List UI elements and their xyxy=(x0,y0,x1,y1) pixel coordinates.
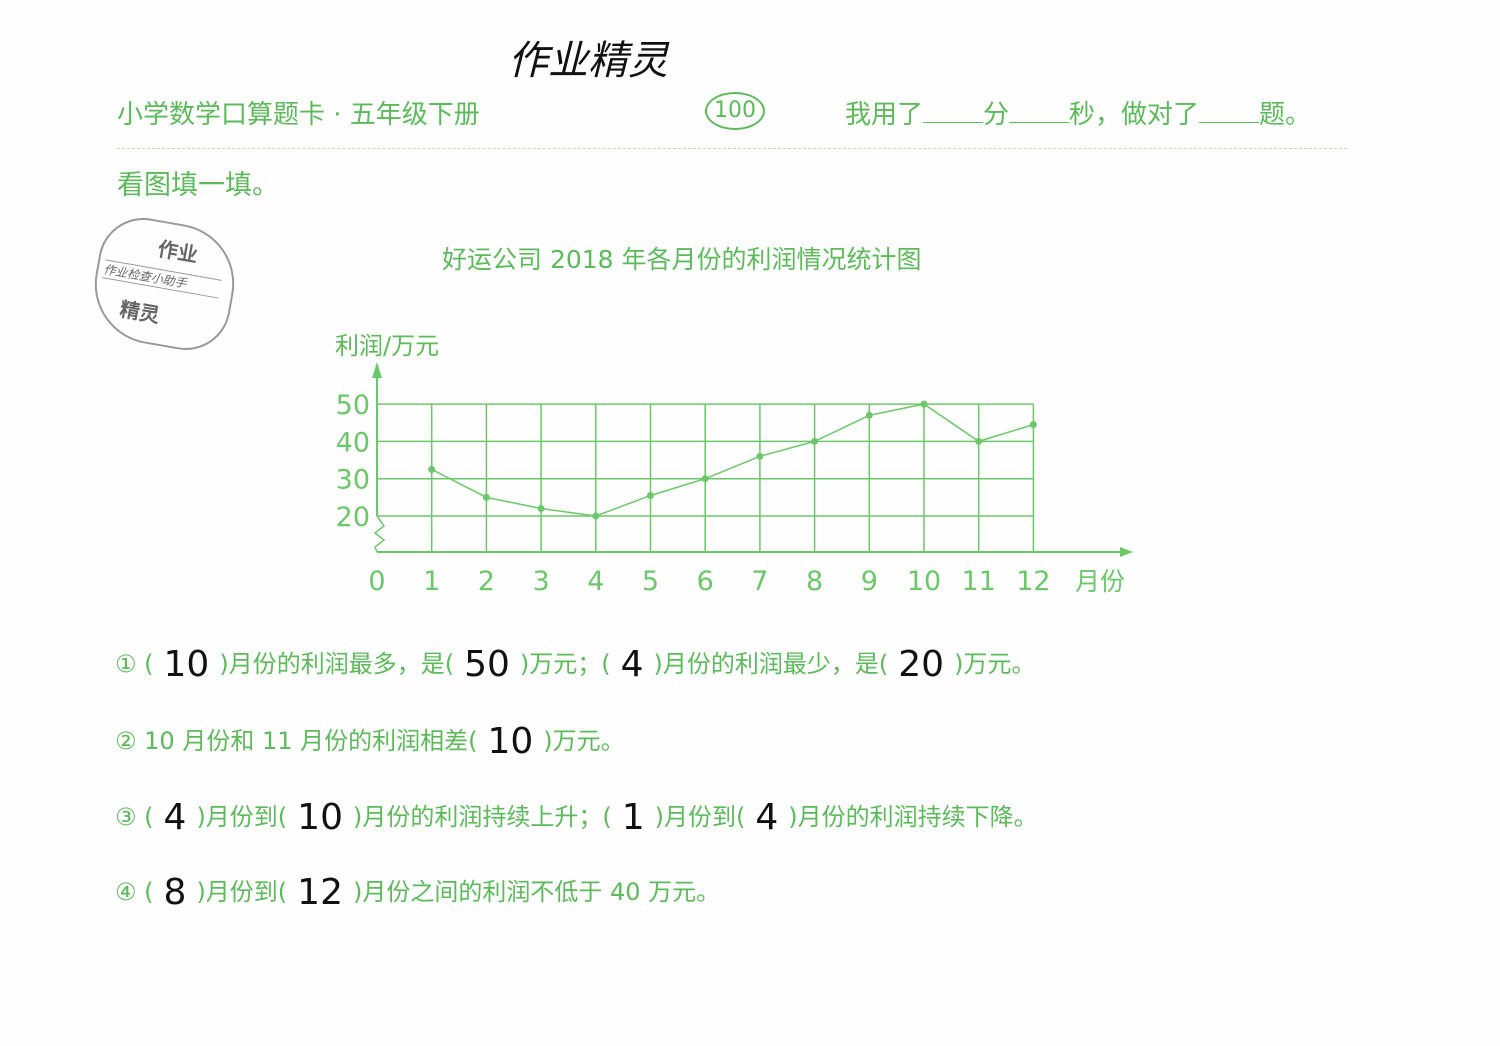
x-tick-label: 7 xyxy=(751,566,768,597)
x-tick-label: 2 xyxy=(478,566,495,597)
handwritten-answer[interactable]: 1 xyxy=(622,797,645,838)
x-tick-label: 1 xyxy=(423,566,440,597)
question-text: 10 月份和 11 月份的利润相差( xyxy=(144,727,478,755)
x-tick-label: 12 xyxy=(1016,566,1050,597)
question-text: )月份之间的利润不低于 40 万元。 xyxy=(352,878,721,906)
handwritten-answer[interactable]: 10 xyxy=(297,797,343,838)
x-tick-label: 10 xyxy=(907,566,941,597)
y-tick-label: 20 xyxy=(336,502,370,533)
question-number: ③ xyxy=(115,803,145,831)
question-1: ① (10 )月份的利润最多，是( 50 )万元；( 4 )月份的利润最少，是( 20 )万元… xyxy=(115,640,1036,685)
handwritten-answer[interactable]: 4 xyxy=(164,797,187,838)
x-tick-label: 4 xyxy=(587,566,604,597)
question-text: )月份到( xyxy=(196,803,288,831)
axis-break xyxy=(373,515,386,553)
question-number: ① xyxy=(115,650,145,678)
y-tick-label: 30 xyxy=(336,465,370,496)
handwritten-answer[interactable]: 12 xyxy=(297,872,343,913)
question-text: ( xyxy=(144,650,154,678)
x-tick-label: 9 xyxy=(861,566,878,597)
question-text: )月份的利润最少，是( xyxy=(653,650,889,678)
data-point xyxy=(537,505,545,513)
handwritten-answer[interactable]: 20 xyxy=(898,644,944,685)
data-line xyxy=(431,403,1034,517)
question-text: ( xyxy=(144,803,154,831)
x-axis-label: 月份 xyxy=(1075,567,1125,596)
question-2: ② 10 月份和 11 月份的利润相差( 10 )万元。 xyxy=(115,717,625,762)
x-tick-label: 6 xyxy=(697,566,714,597)
x-tick-label: 0 xyxy=(368,566,385,597)
y-tick-label: 50 xyxy=(336,390,370,421)
question-text: )月份的利润持续下降。 xyxy=(788,803,1038,831)
question-text: )万元。 xyxy=(543,727,625,755)
question-number: ② xyxy=(115,727,145,755)
question-text: )月份的利润最多，是( xyxy=(219,650,455,678)
question-number: ④ xyxy=(115,878,145,906)
data-point xyxy=(647,491,654,499)
handwritten-answer[interactable]: 50 xyxy=(464,644,510,685)
question-3: ③ (4 )月份到( 10 )月份的利润持续上升；( 1 )月份到( 4 )月份的利润持续下降… xyxy=(115,793,1038,838)
data-point xyxy=(865,411,873,419)
question-text: )月份到( xyxy=(654,803,746,831)
x-axis-arrow xyxy=(1120,547,1133,557)
y-axis-arrow xyxy=(372,362,382,378)
handwritten-answer[interactable]: 8 xyxy=(164,872,187,913)
question-text: ( xyxy=(144,878,154,906)
data-point xyxy=(428,465,436,473)
question-text: )万元。 xyxy=(954,650,1036,678)
data-point xyxy=(975,437,983,445)
data-point xyxy=(482,493,490,501)
handwritten-answer[interactable]: 10 xyxy=(164,644,210,685)
x-tick-label: 5 xyxy=(642,566,659,597)
data-point xyxy=(811,437,819,445)
x-tick-label: 8 xyxy=(806,566,823,597)
data-point xyxy=(920,400,928,408)
y-tick-label: 40 xyxy=(336,427,370,458)
handwritten-answer[interactable]: 4 xyxy=(621,644,644,685)
question-text: )万元；( xyxy=(519,650,611,678)
data-point xyxy=(1029,421,1037,429)
question-text: )月份到( xyxy=(196,878,288,906)
handwritten-answer[interactable]: 10 xyxy=(487,721,533,762)
data-point xyxy=(701,475,709,483)
question-text: )月份的利润持续上升；( xyxy=(352,803,612,831)
handwritten-answer[interactable]: 4 xyxy=(755,797,778,838)
worksheet-page: 作业精灵 小学数学口算题卡 · 五年级下册 100 我用了分秒，做对了 题。 看图… xyxy=(0,0,1500,1046)
x-tick-label: 3 xyxy=(533,566,550,597)
question-4: ④ (8 )月份到( 12 )月份之间的利润不低于 40 万元。 xyxy=(115,868,721,913)
data-point xyxy=(592,512,600,520)
data-point xyxy=(756,452,764,460)
x-tick-label: 11 xyxy=(962,566,996,597)
